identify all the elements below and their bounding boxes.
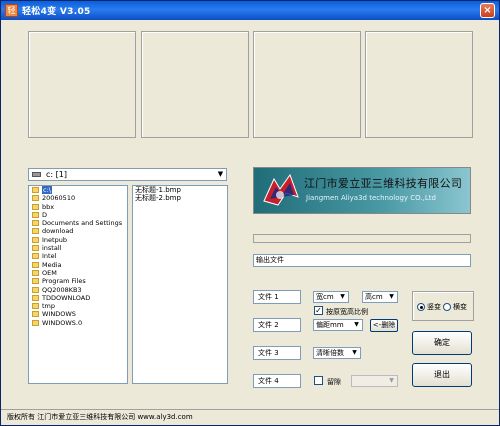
window-title: 轻松4变 V3.05	[22, 7, 91, 17]
folder-item[interactable]: bbx	[29, 203, 127, 211]
folder-item[interactable]: download	[29, 227, 127, 235]
folder-icon	[32, 269, 39, 276]
drive-icon	[32, 172, 41, 177]
folder-icon	[32, 236, 39, 243]
folder-icon	[32, 286, 39, 293]
folder-item[interactable]: TDDOWNLOAD	[29, 294, 127, 302]
folder-item[interactable]: D	[29, 211, 127, 219]
folder-icon	[32, 253, 39, 260]
folder-item[interactable]: 20060510	[29, 194, 127, 202]
height-unit-value: 高cm	[365, 293, 383, 301]
output-file-field[interactable]: 输出文件	[253, 254, 471, 267]
title-bar: 轻 轻松4变 V3.05 ×	[1, 1, 499, 20]
file-list[interactable]: 无标题-1.bmp 无标题-2.bmp	[132, 185, 228, 384]
folder-icon	[32, 311, 39, 318]
folder-item[interactable]: QQ2008KB3	[29, 286, 127, 294]
sharpen-value: 清晰倍数	[316, 349, 344, 357]
orientation-group: 竖变 横变	[412, 291, 474, 321]
company-name-cn: 江门市爱立亚三维科技有限公司	[304, 177, 463, 190]
folder-icon	[32, 245, 39, 252]
folder-item[interactable]: Intel	[29, 252, 127, 260]
app-icon: 轻	[5, 4, 18, 17]
company-logo-icon	[263, 173, 299, 206]
folder-item[interactable]: Program Files	[29, 277, 127, 285]
chevron-down-icon[interactable]: ▼	[387, 293, 396, 301]
folder-item[interactable]: install	[29, 244, 127, 252]
vertical-label: 竖变	[427, 303, 441, 311]
folder-item[interactable]: WINDOWS.0	[29, 319, 127, 327]
folder-item[interactable]: tmp	[29, 302, 127, 310]
app-window: 轻 轻松4变 V3.05 × c: [1] ▼ c:\ 20060510 bbx…	[0, 0, 500, 426]
company-name-en: Jiangmen Aliya3d technology CO.,Ltd	[306, 194, 436, 202]
folder-list[interactable]: c:\ 20060510 bbx D Documents and Setting…	[28, 185, 128, 384]
chevron-down-icon[interactable]: ▼	[216, 170, 225, 179]
vertical-radio[interactable]	[417, 303, 425, 311]
sharpen-select[interactable]: 清晰倍数 ▼	[313, 347, 361, 359]
folder-item[interactable]: OEM	[29, 269, 127, 277]
folder-icon	[32, 187, 39, 193]
preview-panel-2	[141, 31, 249, 138]
ok-button[interactable]: 确定	[412, 331, 472, 355]
folder-icon	[32, 278, 39, 285]
drive-select[interactable]: c: [1] ▼	[28, 168, 227, 181]
gap-unit-value: 偏距mm	[316, 321, 344, 329]
progress-bar	[253, 234, 471, 243]
preview-panel-1	[28, 31, 136, 138]
file-item[interactable]: 无标题-2.bmp	[133, 194, 227, 202]
close-button[interactable]: ×	[480, 3, 495, 18]
folder-icon	[32, 294, 39, 301]
preview-panel-4	[365, 31, 473, 138]
width-unit-value: 宽cm	[316, 293, 334, 301]
folder-item[interactable]: Inetpub	[29, 236, 127, 244]
folder-icon	[32, 211, 39, 218]
leave-gap-select[interactable]: ▼	[351, 375, 398, 387]
file-4-field[interactable]: 文件 4	[253, 374, 301, 388]
folder-item[interactable]: Documents and Settings	[29, 219, 127, 227]
folder-icon	[32, 261, 39, 268]
folder-icon	[32, 319, 39, 326]
chevron-down-icon[interactable]: ▼	[338, 293, 347, 301]
height-unit-select[interactable]: 高cm ▼	[362, 291, 398, 303]
chevron-down-icon[interactable]: ▼	[387, 377, 396, 385]
keep-ratio-checkbox[interactable]: ✓	[314, 306, 323, 315]
folder-icon	[32, 303, 39, 310]
folder-icon	[32, 220, 39, 227]
file-1-field[interactable]: 文件 1	[253, 290, 301, 304]
chevron-down-icon[interactable]: ▼	[352, 321, 361, 329]
status-bar: 版权所有 江门市爱立亚三维科技有限公司 www.aly3d.com	[1, 409, 499, 425]
horizontal-label: 横变	[453, 303, 467, 311]
file-2-field[interactable]: 文件 2	[253, 318, 301, 332]
leave-gap-label: 留隙	[327, 378, 341, 386]
width-unit-select[interactable]: 宽cm ▼	[313, 291, 349, 303]
chevron-down-icon[interactable]: ▼	[350, 349, 359, 357]
leave-gap-checkbox[interactable]	[314, 376, 323, 385]
folder-icon	[32, 195, 39, 202]
exit-button[interactable]: 退出	[412, 363, 472, 387]
file-3-field[interactable]: 文件 3	[253, 346, 301, 360]
horizontal-radio[interactable]	[443, 303, 451, 311]
folder-item[interactable]: Media	[29, 261, 127, 269]
delete-button[interactable]: <-删除	[370, 319, 398, 332]
folder-item[interactable]: c:\	[29, 186, 127, 195]
gap-unit-select[interactable]: 偏距mm ▼	[313, 319, 363, 331]
preview-panel-3	[253, 31, 361, 138]
folder-icon	[32, 203, 39, 210]
company-banner: 江门市爱立亚三维科技有限公司 Jiangmen Aliya3d technolo…	[253, 167, 471, 214]
drive-select-value: c: [1]	[46, 170, 67, 179]
keep-ratio-label: 按原宽高比例	[326, 308, 368, 316]
folder-item[interactable]: WINDOWS	[29, 310, 127, 318]
file-item[interactable]: 无标题-1.bmp	[133, 186, 227, 194]
folder-icon	[32, 228, 39, 235]
